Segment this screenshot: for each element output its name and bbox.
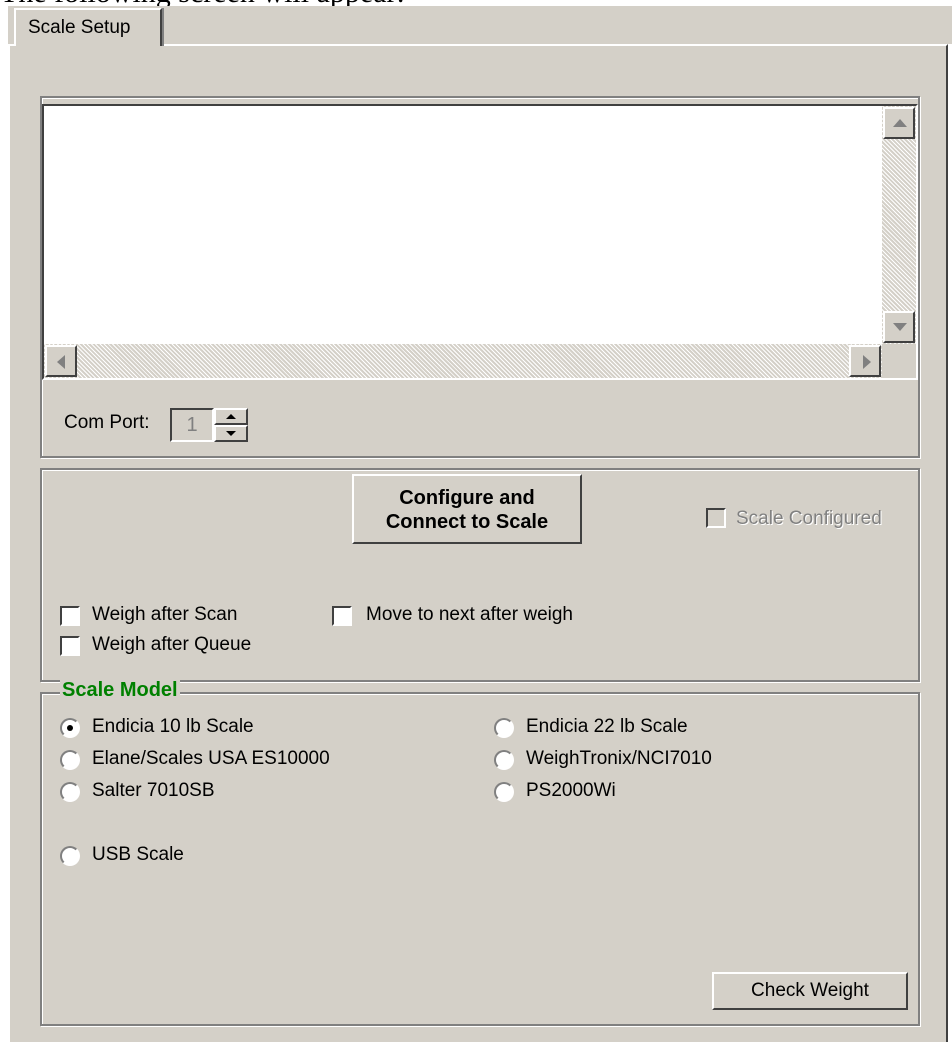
- horizontal-scrollbar[interactable]: [44, 344, 882, 378]
- radio-label-weightronix-nci7010: WeighTronix/NCI7010: [526, 748, 712, 769]
- configure-button-line1: Configure and: [399, 487, 535, 509]
- radio-usb-scale[interactable]: [60, 846, 80, 866]
- radio-ps2000wi[interactable]: [494, 782, 514, 802]
- configure-connect-button[interactable]: Configure and Connect to Scale: [352, 474, 582, 544]
- up-arrow-icon: [226, 414, 236, 419]
- scale-configured-label: Scale Configured: [736, 508, 882, 529]
- weigh-after-scan-label: Weigh after Scan: [92, 604, 238, 625]
- scroll-left-button[interactable]: [45, 345, 77, 377]
- scale-output-textarea[interactable]: [42, 104, 918, 380]
- radio-weightronix-nci7010[interactable]: [494, 750, 514, 770]
- scroll-down-button[interactable]: [883, 311, 915, 343]
- radio-label-elane-es10000: Elane/Scales USA ES10000: [92, 748, 330, 769]
- radio-label-salter-7010sb: Salter 7010SB: [92, 780, 215, 801]
- com-port-label: Com Port:: [64, 412, 150, 433]
- weigh-after-scan-checkbox[interactable]: [60, 606, 80, 626]
- scale-model-title: Scale Model: [60, 679, 180, 702]
- scroll-right-icon: [863, 355, 871, 369]
- move-to-next-label: Move to next after weigh: [366, 604, 573, 625]
- check-weight-button[interactable]: Check Weight: [712, 972, 908, 1010]
- scroll-up-button[interactable]: [883, 107, 915, 139]
- weigh-after-queue-checkbox[interactable]: [60, 636, 80, 656]
- scroll-left-icon: [57, 355, 65, 369]
- scale-configured-checkbox[interactable]: [706, 508, 726, 528]
- radio-salter-7010sb[interactable]: [60, 782, 80, 802]
- com-port-input[interactable]: 1: [170, 408, 214, 442]
- vertical-scrollbar[interactable]: [882, 106, 916, 344]
- scroll-right-button[interactable]: [849, 345, 881, 377]
- radio-endicia-22lb[interactable]: [494, 718, 514, 738]
- move-to-next-checkbox[interactable]: [332, 606, 352, 626]
- scroll-up-icon: [893, 119, 907, 127]
- com-port-up-button[interactable]: [214, 408, 248, 425]
- weigh-after-queue-label: Weigh after Queue: [92, 634, 252, 655]
- radio-elane-es10000[interactable]: [60, 750, 80, 770]
- radio-label-usb-scale: USB Scale: [92, 844, 184, 865]
- radio-label-endicia-22lb: Endicia 22 lb Scale: [526, 716, 688, 737]
- scroll-corner: [882, 344, 916, 378]
- radio-label-endicia-10lb: Endicia 10 lb Scale: [92, 716, 254, 737]
- tab-scale-setup[interactable]: Scale Setup: [14, 8, 164, 46]
- configure-button-line2: Connect to Scale: [385, 511, 549, 533]
- down-arrow-icon: [226, 431, 236, 436]
- radio-label-ps2000wi: PS2000Wi: [526, 780, 616, 801]
- com-port-down-button[interactable]: [214, 425, 248, 442]
- radio-endicia-10lb[interactable]: [60, 718, 80, 738]
- scroll-down-icon: [893, 323, 907, 331]
